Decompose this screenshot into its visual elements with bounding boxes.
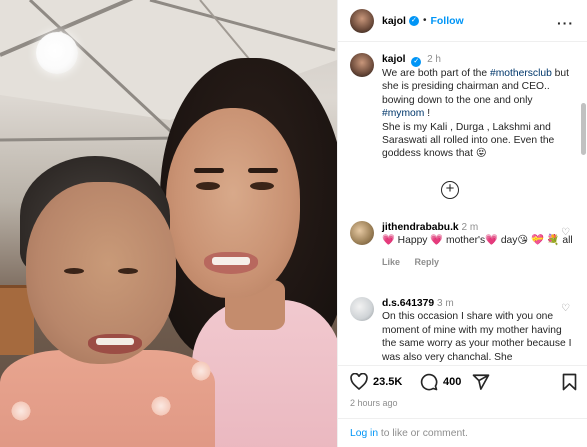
- save-action[interactable]: [562, 373, 577, 391]
- reply-button[interactable]: Reply: [415, 257, 440, 267]
- scrollbar-thumb[interactable]: [581, 103, 586, 155]
- like-action[interactable]: 23.5K: [350, 373, 402, 390]
- commenter-username[interactable]: d.s.641379: [382, 298, 434, 309]
- eye: [196, 182, 220, 190]
- comment-time: 3 m: [436, 298, 454, 309]
- eye: [64, 268, 84, 274]
- more-options-icon[interactable]: ···: [557, 15, 574, 31]
- posted-time: 2 hours ago: [350, 398, 398, 408]
- load-more-comments-icon[interactable]: +: [441, 181, 459, 199]
- caption-username[interactable]: kajol: [382, 54, 405, 65]
- comment-count[interactable]: 400: [443, 376, 461, 388]
- caption-text: kajol ✓ 2 h We are both part of the #mot…: [382, 53, 576, 161]
- share-action[interactable]: [472, 373, 490, 391]
- action-bar: 23.5K 400: [338, 365, 587, 399]
- commenter-avatar[interactable]: [350, 221, 374, 245]
- comment-text: 💗 Happy 💗 mother's💗 day😘 💝 💐 all: [382, 235, 573, 247]
- caption-time: 2 h: [427, 54, 441, 65]
- caption-part: She is my Kali , Durga , Lakshmi and Sar…: [382, 121, 555, 160]
- teeth: [212, 257, 250, 265]
- like-comment-button[interactable]: Like: [382, 257, 400, 267]
- share-icon[interactable]: [472, 373, 490, 391]
- comment-body: jithendrababu.k 2 m 💗 Happy 💗 mother's💗 …: [382, 221, 573, 269]
- comment-item: d.s.641379 3 m On this occasion I share …: [350, 297, 576, 363]
- profile-avatar[interactable]: [350, 8, 374, 33]
- lamp-light: [36, 32, 78, 74]
- post-header: kajol ✓ • Follow ···: [338, 0, 587, 42]
- caption-part: !: [424, 108, 431, 120]
- post-modal: kajol ✓ • Follow ··· kajol ✓ 2 h We are …: [0, 0, 587, 447]
- flower-print: [150, 395, 172, 417]
- comment-icon[interactable]: [420, 373, 438, 391]
- caption-avatar[interactable]: [350, 53, 374, 77]
- brow: [194, 168, 224, 173]
- comment-time: 2 m: [461, 222, 479, 233]
- comments-scroll-area[interactable]: kajol ✓ 2 h We are both part of the #mot…: [338, 43, 587, 363]
- login-link[interactable]: Log in: [350, 428, 378, 439]
- comment-body: d.s.641379 3 m On this occasion I share …: [382, 297, 576, 363]
- commenter-username[interactable]: jithendrababu.k: [382, 222, 459, 233]
- commenter-avatar[interactable]: [350, 297, 374, 321]
- comment-text: On this occasion I share with you one mo…: [382, 311, 572, 363]
- woman-left-shirt: [0, 350, 215, 447]
- post-sidebar: kajol ✓ • Follow ··· kajol ✓ 2 h We are …: [337, 0, 587, 447]
- separator-dot: •: [422, 15, 427, 26]
- heart-icon[interactable]: [350, 373, 368, 390]
- comment-item: jithendrababu.k 2 m 💗 Happy 💗 mother's💗 …: [350, 221, 576, 269]
- flower-print: [10, 400, 32, 422]
- hashtag-link[interactable]: #mymom: [382, 108, 424, 119]
- verified-badge-icon: ✓: [408, 15, 419, 26]
- bookmark-icon[interactable]: [562, 373, 577, 391]
- teeth: [96, 338, 134, 345]
- eye: [118, 268, 138, 274]
- follow-button[interactable]: Follow: [430, 15, 463, 27]
- caption-part: We are both part of the: [382, 68, 490, 79]
- login-prompt-text: to like or comment.: [378, 428, 468, 439]
- login-prompt: Log in to like or comment.: [338, 418, 587, 447]
- comment-heart-icon[interactable]: ♡: [561, 303, 570, 314]
- comment-meta: Like Reply: [382, 256, 573, 269]
- like-count[interactable]: 23.5K: [373, 376, 402, 388]
- comment-action[interactable]: 400: [420, 373, 461, 391]
- header-username[interactable]: kajol: [382, 15, 406, 27]
- comment-heart-icon[interactable]: ♡: [561, 227, 570, 238]
- eye: [250, 182, 274, 190]
- verified-badge-icon: ✓: [411, 57, 422, 67]
- caption: kajol ✓ 2 h We are both part of the #mot…: [350, 53, 576, 161]
- post-photo[interactable]: [0, 0, 337, 447]
- flower-print: [190, 360, 212, 382]
- hashtag-link[interactable]: #mothersclub: [490, 68, 552, 79]
- brow: [248, 168, 278, 173]
